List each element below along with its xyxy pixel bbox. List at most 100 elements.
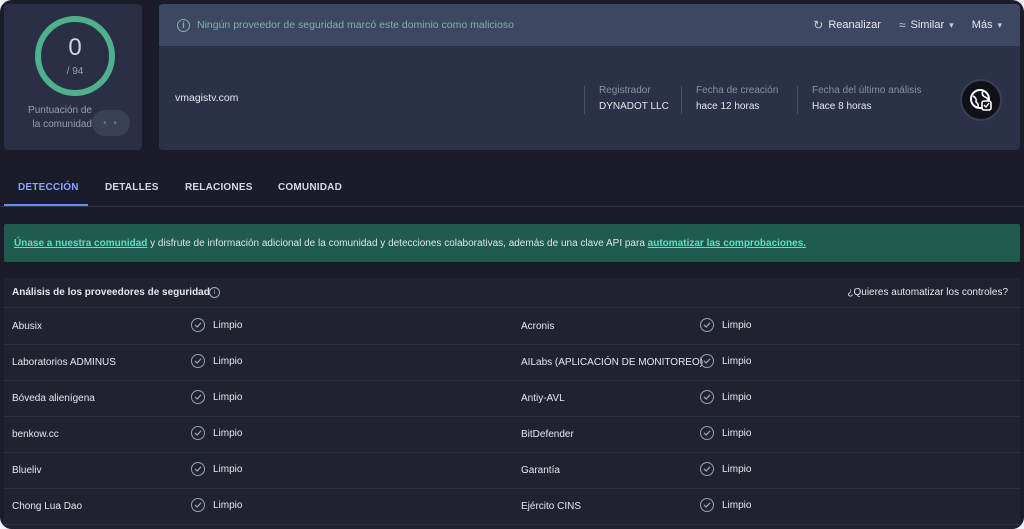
app-frame: 0 / 94 Puntuación de la comunidad • • i … <box>0 0 1024 529</box>
chevron-down-icon: ▾ <box>997 19 1002 30</box>
more-button[interactable]: Más ▾ <box>972 19 1002 31</box>
community-score-card: 0 / 94 Puntuación de la comunidad • • <box>4 4 142 150</box>
vendor-name[interactable]: Blueliv <box>12 465 41 476</box>
community-vote-toggle[interactable]: • • <box>92 110 130 136</box>
verdict-message: Ningún proveedor de seguridad marcó este… <box>197 19 514 31</box>
vendor-status: Limpio <box>191 354 242 368</box>
meta-divider <box>584 86 585 114</box>
table-row: Laboratorios ADMINUS Limpio AILabs (APLICA… <box>4 345 1020 381</box>
vendor-name[interactable]: Acronis <box>521 321 554 332</box>
tab-details[interactable]: DETALLES <box>105 182 159 193</box>
domain-globe-icon <box>960 79 1002 121</box>
vendor-status: Limpio <box>191 462 242 476</box>
table-row: benkow.cc Limpio BitDefender Limpio <box>4 417 1020 453</box>
status-label: Limpio <box>213 427 243 439</box>
chevron-down-icon: ▾ <box>949 19 954 30</box>
check-circle-icon <box>700 462 714 476</box>
last-analysis-meta: Fecha del último análisis Hace 8 horas <box>812 84 922 114</box>
status-label: Limpio <box>722 499 752 511</box>
detail-tabs: DETECCIÓN DETALLES RELACIONES COMUNIDAD <box>0 170 1024 207</box>
vendor-name[interactable]: BitDefender <box>521 429 574 440</box>
status-label: Limpio <box>722 355 752 367</box>
status-label: Limpio <box>722 427 752 439</box>
vendor-name[interactable]: benkow.cc <box>12 429 59 440</box>
table-row: Blueliv Limpio Garantía Limpio <box>4 453 1020 489</box>
registrar-value: DYNADOT LLC <box>599 101 669 112</box>
status-label: Limpio <box>722 319 752 331</box>
vendor-name[interactable]: Ejército CINS <box>521 501 581 512</box>
check-circle-icon <box>700 498 714 512</box>
reanalyze-button[interactable]: ↻ Reanalizar <box>813 18 881 32</box>
community-score-label: Puntuación de la comunidad <box>28 105 92 130</box>
check-circle-icon <box>191 354 205 368</box>
vendor-name[interactable]: Chong Lua Dao <box>12 501 82 512</box>
vendor-name[interactable]: Abusix <box>12 321 42 332</box>
similar-icon: ≈ <box>898 18 906 32</box>
check-circle-icon <box>191 318 205 332</box>
table-row: Abusix Limpio Acronis Limpio <box>4 309 1020 345</box>
last-analysis-label: Fecha del último análisis <box>812 85 922 96</box>
more-label: Más <box>971 19 993 31</box>
verdict-alert-bar: i Ningún proveedor de seguridad marcó es… <box>159 4 1020 46</box>
tab-community[interactable]: COMUNIDAD <box>278 182 342 193</box>
check-circle-icon <box>700 318 714 332</box>
info-icon[interactable]: i <box>209 287 220 298</box>
check-circle-icon <box>700 426 714 440</box>
header-actions: ↻ Reanalizar ≈ Similar ▾ Más ▾ <box>813 4 1002 46</box>
vendor-table-title: Análisis de los proveedores de seguridad <box>12 287 210 298</box>
status-label: Limpio <box>213 391 243 403</box>
check-circle-icon <box>700 390 714 404</box>
detection-count: 0 <box>68 33 82 61</box>
vendor-status: Limpio <box>700 498 751 512</box>
vendor-status: Limpio <box>191 498 242 512</box>
creation-date-value: hace 12 horas <box>696 101 760 112</box>
vendor-analysis-table: Análisis de los proveedores de seguridad… <box>4 278 1020 529</box>
tab-relations[interactable]: RELACIONES <box>185 182 253 193</box>
automate-controls-link[interactable]: ¿Quieres automatizar los controles? <box>847 287 1008 298</box>
vendor-status: Limpio <box>700 354 751 368</box>
check-circle-icon <box>191 390 205 404</box>
domain-info-panel: i Ningún proveedor de seguridad marcó es… <box>159 4 1020 150</box>
check-circle-icon <box>700 354 714 368</box>
table-row: Bóveda alienígena Limpio Antiy-AVL Limpio <box>4 381 1020 417</box>
registrar-label: Registrador <box>599 85 651 96</box>
creation-date-label: Fecha de creación <box>696 85 779 96</box>
check-circle-icon <box>191 426 205 440</box>
status-label: Limpio <box>722 391 752 403</box>
check-circle-icon <box>191 498 205 512</box>
domain-name[interactable]: vmagistv.com <box>175 92 238 104</box>
vendor-name[interactable]: Laboratorios ADMINUS <box>12 357 116 368</box>
status-label: Limpio <box>213 319 243 331</box>
tab-detection[interactable]: DETECCIÓN <box>18 182 79 193</box>
join-community-link[interactable]: Únase a nuestra comunidad <box>14 238 147 249</box>
vendor-status: Limpio <box>700 426 751 440</box>
status-label: Limpio <box>213 463 243 475</box>
active-tab-indicator <box>4 204 88 206</box>
vendor-name[interactable]: AILabs (APLICACIÓN DE MONITOREO) <box>521 357 703 368</box>
vendor-status: Limpio <box>700 390 751 404</box>
registrar-meta: Registrador DYNADOT LLC <box>599 84 669 114</box>
creation-date-meta: Fecha de creación hace 12 horas <box>696 84 778 114</box>
vendor-status: Limpio <box>191 390 242 404</box>
info-icon: i <box>177 18 190 32</box>
check-circle-icon <box>191 462 205 476</box>
vendor-table-header: Análisis de los proveedores de seguridad… <box>4 278 1020 308</box>
meta-divider <box>797 86 798 114</box>
status-label: Limpio <box>213 355 243 367</box>
automate-checks-link[interactable]: automatizar las comprobaciones. <box>648 238 806 249</box>
vendor-name[interactable]: Bóveda alienígena <box>12 393 95 404</box>
status-label: Limpio <box>722 463 752 475</box>
last-analysis-value: Hace 8 horas <box>812 101 872 112</box>
vendor-status: Limpio <box>700 318 751 332</box>
detection-score-ring: 0 / 94 <box>35 16 115 96</box>
vendor-status: Limpio <box>191 426 242 440</box>
refresh-icon: ↻ <box>813 18 824 32</box>
vendor-status: Limpio <box>700 462 751 476</box>
table-row: Chong Lua Dao Limpio Ejército CINS Limpio <box>4 489 1020 525</box>
vendor-name[interactable]: Garantía <box>521 465 560 476</box>
vendor-name[interactable]: Antiy-AVL <box>521 393 565 404</box>
status-label: Limpio <box>213 499 243 511</box>
detection-total: / 94 <box>66 65 84 77</box>
reanalyze-label: Reanalizar <box>828 19 881 31</box>
similar-button[interactable]: ≈ Similar ▾ <box>899 18 954 32</box>
